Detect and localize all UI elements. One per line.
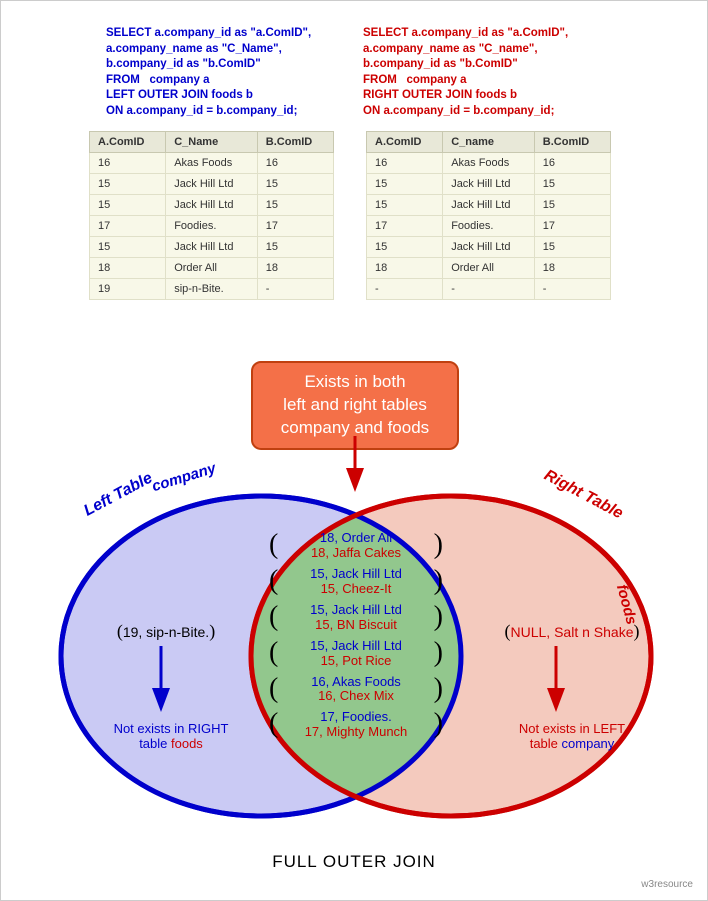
table-cell: Foodies. <box>166 216 258 237</box>
table-row: 17Foodies.17 <box>367 216 611 237</box>
intersection-item: (15, Jack Hill Ltd15, Cheez-It) <box>281 567 431 597</box>
table-row: 17Foodies.17 <box>90 216 334 237</box>
right-note-line2a: table <box>530 736 562 751</box>
intersection-item: (15, Jack Hill Ltd15, Pot Rice) <box>281 639 431 669</box>
left-only-text: 19, sip-n-Bite. <box>123 624 209 640</box>
table-cell: 15 <box>90 174 166 195</box>
table-cell: 16 <box>90 153 166 174</box>
table-cell: Jack Hill Ltd <box>443 174 535 195</box>
table-cell: 18 <box>257 258 333 279</box>
table-cell: 16 <box>257 153 333 174</box>
table-cell: 18 <box>534 258 610 279</box>
table-row: 15Jack Hill Ltd15 <box>90 195 334 216</box>
table-cell: 15 <box>367 237 443 258</box>
table-header: B.ComID <box>257 132 333 153</box>
table-row: 18Order All18 <box>90 258 334 279</box>
left-only-note: Not exists in RIGHT table foods <box>96 721 246 751</box>
table-cell: Jack Hill Ltd <box>166 195 258 216</box>
table-header: C_Name <box>166 132 258 153</box>
table-header: C_name <box>443 132 535 153</box>
table-row: 16Akas Foods16 <box>90 153 334 174</box>
left-note-line2a: table <box>139 736 171 751</box>
table-cell: 17 <box>90 216 166 237</box>
table-cell: 17 <box>257 216 333 237</box>
table-cell: 16 <box>367 153 443 174</box>
table-cell: Jack Hill Ltd <box>166 174 258 195</box>
left-note-line1: Not exists in RIGHT <box>114 721 229 736</box>
right-result-table: A.ComIDC_nameB.ComID 16Akas Foods1615Jac… <box>366 131 611 300</box>
table-cell: 18 <box>367 258 443 279</box>
table-cell: 15 <box>534 237 610 258</box>
table-cell: 19 <box>90 279 166 300</box>
table-cell: Akas Foods <box>443 153 535 174</box>
table-cell: sip-n-Bite. <box>166 279 258 300</box>
table-cell: 15 <box>534 174 610 195</box>
table-row: 15Jack Hill Ltd15 <box>367 237 611 258</box>
table-cell: 18 <box>90 258 166 279</box>
table-cell: 17 <box>367 216 443 237</box>
intersection-item: (16, Akas Foods16, Chex Mix) <box>281 675 431 705</box>
left-only-entry: (19, sip-n-Bite.) <box>91 621 241 642</box>
table-cell: 15 <box>90 195 166 216</box>
table-row: 18Order All18 <box>367 258 611 279</box>
table-cell: - <box>367 279 443 300</box>
right-only-note: Not exists in LEFT table company <box>497 721 647 751</box>
table-cell: 15 <box>257 174 333 195</box>
table-cell: Order All <box>166 258 258 279</box>
left-note-line2b: foods <box>171 736 203 751</box>
credit-label: w3resource <box>641 879 693 890</box>
table-cell: Akas Foods <box>166 153 258 174</box>
table-row: 15Jack Hill Ltd15 <box>367 195 611 216</box>
table-cell: 15 <box>367 174 443 195</box>
table-header: A.ComID <box>367 132 443 153</box>
table-header: B.ComID <box>534 132 610 153</box>
table-row: 15Jack Hill Ltd15 <box>367 174 611 195</box>
sql-right-join: SELECT a.company_id as "a.ComID", a.comp… <box>363 26 568 119</box>
table-cell: Order All <box>443 258 535 279</box>
table-cell: 17 <box>534 216 610 237</box>
table-cell: 15 <box>534 195 610 216</box>
table-row: 19sip-n-Bite.- <box>90 279 334 300</box>
sql-left-join: SELECT a.company_id as "a.ComID", a.comp… <box>106 26 311 119</box>
intersection-item: (17, Foodies.17, Mighty Munch) <box>281 710 431 740</box>
intersection-item: (15, Jack Hill Ltd15, BN Biscuit) <box>281 603 431 633</box>
right-only-entry: (NULL, Salt n Shake) <box>487 621 657 642</box>
right-only-text: NULL, Salt n Shake <box>511 624 634 640</box>
left-result-table: A.ComIDC_NameB.ComID 16Akas Foods1615Jac… <box>89 131 334 300</box>
table-cell: Jack Hill Ltd <box>443 195 535 216</box>
table-row: 15Jack Hill Ltd15 <box>90 174 334 195</box>
table-row: --- <box>367 279 611 300</box>
table-cell: 15 <box>90 237 166 258</box>
right-note-line1: Not exists in LEFT <box>519 721 625 736</box>
table-cell: Foodies. <box>443 216 535 237</box>
table-cell: Jack Hill Ltd <box>166 237 258 258</box>
table-cell: 15 <box>367 195 443 216</box>
table-cell: - <box>443 279 535 300</box>
table-row: 16Akas Foods16 <box>367 153 611 174</box>
table-header: A.ComID <box>90 132 166 153</box>
table-cell: 15 <box>257 237 333 258</box>
table-cell: 15 <box>257 195 333 216</box>
intersection-item: (18, Order All18, Jaffa Cakes) <box>281 531 431 561</box>
table-cell: - <box>534 279 610 300</box>
table-cell: 16 <box>534 153 610 174</box>
table-cell: Jack Hill Ltd <box>443 237 535 258</box>
diagram-title: FULL OUTER JOIN <box>1 852 707 872</box>
table-cell: - <box>257 279 333 300</box>
table-row: 15Jack Hill Ltd15 <box>90 237 334 258</box>
intersection-list: (18, Order All18, Jaffa Cakes) (15, Jack … <box>281 531 431 746</box>
right-note-line2b: company <box>562 736 615 751</box>
